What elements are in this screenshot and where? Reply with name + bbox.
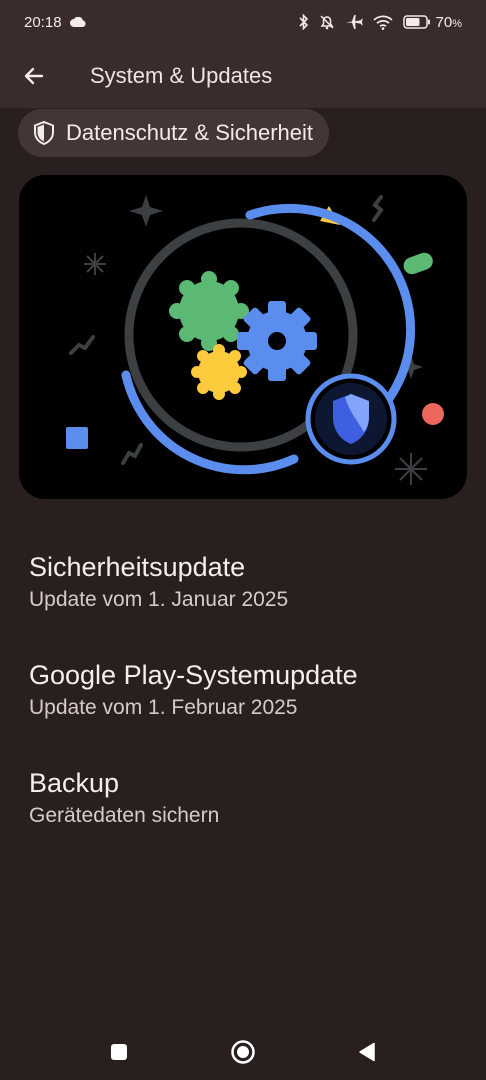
list-item-security-update[interactable]: Sicherheitsupdate Update vom 1. Januar 2… <box>0 540 486 648</box>
squiggle-decoration <box>121 443 143 465</box>
battery-percent-suffix: % <box>452 17 462 30</box>
status-time: 20:18 <box>24 13 62 31</box>
list-item-subtitle: Gerätedaten sichern <box>29 804 220 827</box>
airplane-icon <box>345 14 363 30</box>
list-item-subtitle: Update vom 1. Februar 2025 <box>29 696 298 719</box>
blue-square-decoration <box>66 427 88 449</box>
status-right: 70% <box>298 13 462 31</box>
battery-icon <box>402 15 430 29</box>
battery-percent: 70 <box>435 13 453 31</box>
bluetooth-icon <box>298 14 309 30</box>
list-item-title: Sicherheitsupdate <box>29 552 246 582</box>
wifi-icon <box>372 15 393 30</box>
list-item-backup[interactable]: Backup Gerätedaten sichern <box>0 756 486 864</box>
hero-illustration <box>19 175 467 499</box>
squiggle-decoration <box>372 195 384 222</box>
sparkle-decoration <box>129 195 163 227</box>
starburst-decoration <box>395 453 427 485</box>
app-bar: System & Updates <box>0 44 486 108</box>
recents-button[interactable] <box>101 1034 137 1070</box>
back-nav-button[interactable] <box>349 1034 385 1070</box>
yellow-badge-shape <box>191 344 247 400</box>
list-item-google-play-system-update[interactable]: Google Play-Systemupdate Update vom 1. F… <box>0 648 486 756</box>
green-pill-decoration <box>403 252 433 275</box>
home-button[interactable] <box>225 1034 261 1070</box>
page-title: System & Updates <box>90 63 273 88</box>
squiggle-decoration <box>69 335 95 355</box>
back-button[interactable] <box>12 54 56 98</box>
system-navigation-bar <box>0 1024 486 1080</box>
arrow-left-icon <box>24 67 44 85</box>
home-circle-icon <box>231 1040 255 1064</box>
status-bar: 20:18 70% <box>0 0 486 44</box>
recents-square-icon <box>111 1044 127 1060</box>
list-item-title: Google Play-Systemupdate <box>29 660 358 690</box>
battery-indicator: 70% <box>402 13 462 31</box>
settings-list: Sicherheitsupdate Update vom 1. Januar 2… <box>0 540 486 864</box>
chip-label: Datenschutz & Sicherheit <box>66 120 314 145</box>
bell-off-icon <box>319 14 335 30</box>
back-triangle-icon <box>359 1042 375 1062</box>
red-dot-decoration <box>422 403 444 425</box>
list-item-title: Backup <box>29 768 120 798</box>
shield-icon <box>34 120 54 146</box>
privacy-security-chip[interactable]: Datenschutz & Sicherheit <box>18 109 330 157</box>
starburst-decoration <box>84 253 106 275</box>
status-left: 20:18 <box>24 14 86 31</box>
cloud-icon <box>69 17 86 27</box>
list-item-subtitle: Update vom 1. Januar 2025 <box>29 588 289 611</box>
